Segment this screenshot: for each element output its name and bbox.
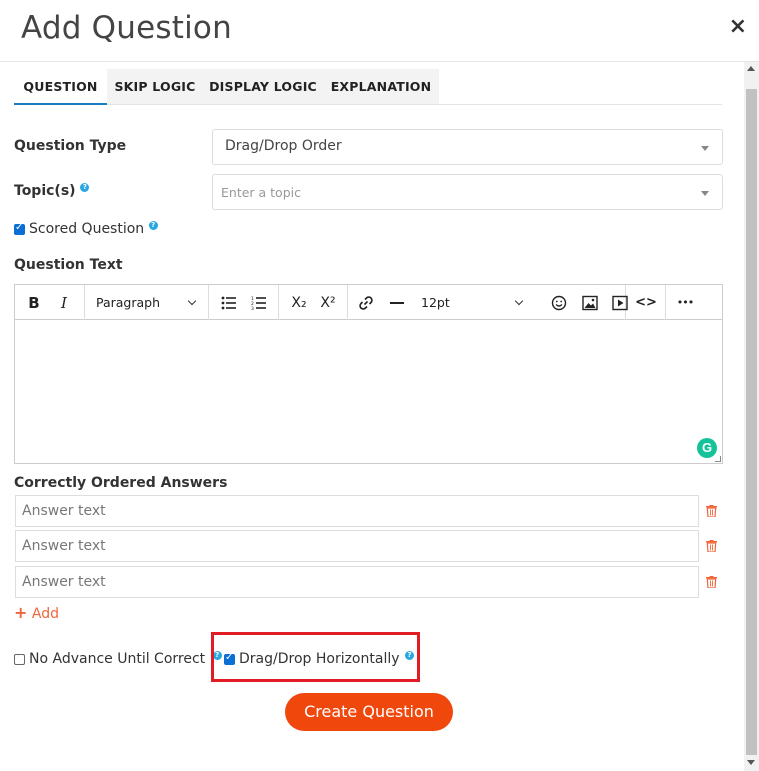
scored-question-label-text: Scored Question [29, 221, 145, 237]
drag-drop-horizontally-checkbox[interactable]: ✓ [224, 652, 235, 665]
question-type-select[interactable]: Drag/Drop Order [212, 129, 723, 165]
plus-icon: + [14, 603, 28, 622]
scrollbar[interactable] [744, 62, 759, 771]
editor-content-area[interactable]: G [15, 321, 722, 463]
more-icon[interactable]: ••• [673, 293, 697, 313]
chevron-down-icon [187, 296, 197, 306]
tab-skip-logic[interactable]: SKIP LOGIC [107, 69, 203, 105]
svg-text:3: 3 [251, 306, 254, 310]
toolbar-group-lists: 1 2 3 [209, 285, 279, 320]
scored-question-checkbox[interactable]: ✓ [14, 222, 25, 235]
question-type-value: Drag/Drop Order [225, 138, 342, 154]
modal-header: Add Question × [0, 0, 759, 62]
topics-label-text: Topic(s) [14, 183, 76, 199]
chevron-down-icon [701, 146, 709, 151]
no-advance-checkbox[interactable] [14, 654, 25, 665]
link-icon[interactable] [356, 293, 376, 313]
tab-bar: QUESTION SKIP LOGIC DISPLAY LOGIC EXPLAN… [14, 69, 722, 105]
add-answer-link[interactable]: + Add [14, 603, 59, 622]
checkmark-icon: ✓ [15, 222, 24, 233]
subscript-button[interactable]: X₂ [287, 293, 311, 313]
answer-placeholder: Answer text [22, 538, 106, 554]
drag-drop-horizontally-label-text: Drag/Drop Horizontally [239, 651, 400, 667]
question-text-label: Question Text [14, 257, 123, 273]
create-question-button[interactable]: Create Question [285, 693, 453, 731]
answer-input-2[interactable]: Answer text [15, 530, 699, 562]
scored-question-label: Scored Question ? [29, 221, 158, 237]
no-advance-label-text: No Advance Until Correct [29, 651, 206, 667]
scroll-thumb[interactable] [746, 89, 757, 755]
resize-handle[interactable] [715, 456, 721, 462]
font-size-select[interactable]: 12pt [421, 295, 450, 310]
bullet-list-icon[interactable] [219, 293, 239, 313]
chevron-down-icon [701, 191, 709, 196]
question-text-editor[interactable]: B I Paragraph 1 2 3 X₂ X² 12pt <> ••• G [14, 284, 723, 464]
answers-label: Correctly Ordered Answers [14, 475, 228, 491]
chevron-down-icon [514, 296, 524, 306]
answer-placeholder: Answer text [22, 574, 106, 590]
italic-button[interactable]: I [54, 293, 74, 313]
emoji-icon[interactable] [549, 293, 569, 313]
help-icon[interactable]: ? [148, 221, 158, 230]
drag-drop-horizontally-label: Drag/Drop Horizontally ? [239, 651, 414, 667]
scroll-up-arrow-icon[interactable] [747, 66, 755, 71]
tab-display-logic[interactable]: DISPLAY LOGIC [203, 69, 323, 105]
editor-toolbar: B I Paragraph 1 2 3 X₂ X² 12pt <> ••• [15, 285, 722, 320]
answer-input-1[interactable]: Answer text [15, 495, 699, 527]
code-icon[interactable]: <> [634, 293, 658, 313]
help-icon[interactable]: ? [404, 651, 414, 660]
no-advance-label: No Advance Until Correct ? [29, 651, 222, 667]
horizontal-rule-icon[interactable] [387, 293, 407, 313]
numbered-list-icon[interactable]: 1 2 3 [249, 293, 269, 313]
toolbar-group-code: <> [626, 285, 666, 320]
close-button[interactable]: × [729, 14, 747, 39]
toolbar-group-script: X₂ X² [279, 285, 348, 320]
answer-input-3[interactable]: Answer text [15, 566, 699, 598]
topics-placeholder: Enter a topic [221, 185, 301, 200]
bold-button[interactable]: B [24, 293, 44, 313]
trash-icon[interactable] [706, 540, 717, 552]
trash-icon[interactable] [706, 576, 717, 588]
add-answer-label: Add [31, 606, 59, 622]
topics-select[interactable]: Enter a topic [212, 174, 723, 210]
superscript-button[interactable]: X² [316, 293, 340, 313]
help-icon[interactable]: ? [80, 183, 90, 192]
grammarly-icon[interactable]: G [697, 438, 717, 458]
scroll-down-arrow-icon[interactable] [747, 760, 755, 765]
answer-placeholder: Answer text [22, 503, 106, 519]
toolbar-group-blocks: Paragraph [85, 285, 209, 320]
modal-title: Add Question [21, 10, 232, 46]
tab-question[interactable]: QUESTION [14, 69, 107, 105]
tab-explanation[interactable]: EXPLANATION [323, 69, 439, 105]
question-type-label: Question Type [14, 138, 127, 154]
image-icon[interactable] [580, 293, 600, 313]
toolbar-group-insert: 12pt [348, 285, 628, 320]
checkmark-icon: ✓ [225, 652, 234, 663]
block-format-select[interactable]: Paragraph [96, 295, 160, 310]
trash-icon[interactable] [706, 505, 717, 517]
topics-label: Topic(s) ? [14, 183, 90, 199]
toolbar-group-format: B I [15, 285, 85, 320]
